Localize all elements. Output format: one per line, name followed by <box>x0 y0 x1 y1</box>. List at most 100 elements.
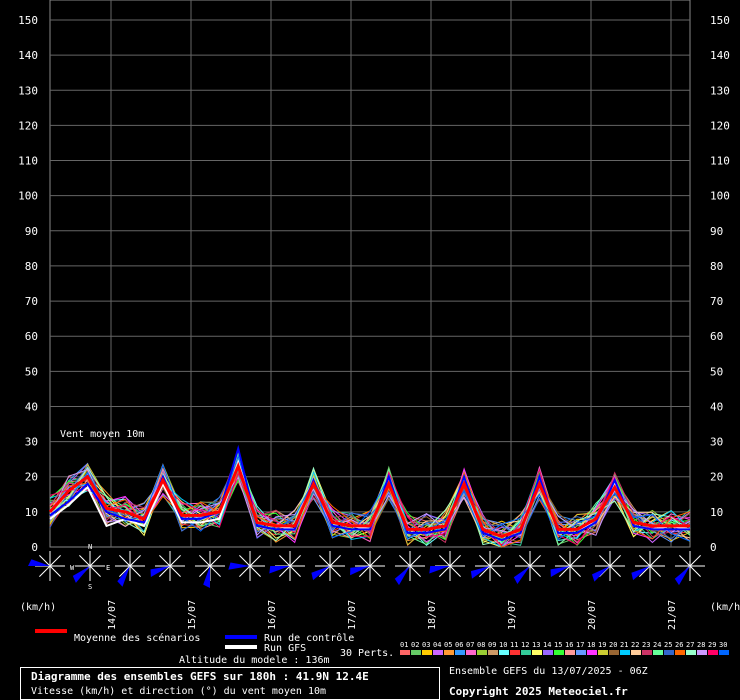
y-tick-left: 110 <box>18 155 38 168</box>
member-number: 26 <box>675 641 683 649</box>
y-tick-right: 100 <box>710 190 730 203</box>
y-unit-left: (km/h) <box>20 602 56 613</box>
y-tick-left: 80 <box>25 260 38 273</box>
member-number: 20 <box>609 641 617 649</box>
y-tick-right: 90 <box>710 225 723 238</box>
member-swatch <box>686 650 696 655</box>
wind-wedge <box>631 566 650 581</box>
y-tick-left: 130 <box>18 84 38 97</box>
x-axis-dates: 14/07 15/07 16/07 17/07 18/07 19/07 20/07 21/07 <box>107 600 678 630</box>
plot-frame <box>49 0 691 548</box>
wind-wedge <box>513 566 530 584</box>
y-tick-left: 150 <box>18 14 38 27</box>
wind-ensemble-chart: 0 010 1020 2030 3040 4050 5060 6070 7080 8090 9010… <box>18 0 740 659</box>
ensemble-members <box>49 450 691 548</box>
y-tick-right: 130 <box>710 84 730 97</box>
wind-wedge <box>394 566 410 586</box>
y-tick-left: 100 <box>18 190 38 203</box>
member-number: 07 <box>466 641 474 649</box>
compass-letter-w: W <box>70 564 75 572</box>
member-swatch <box>532 650 542 655</box>
member-number: 13 <box>532 641 540 649</box>
member-number: 02 <box>411 641 419 649</box>
member-number: 08 <box>477 641 485 649</box>
member-number: 09 <box>488 641 496 649</box>
y-tick-left: 60 <box>25 330 38 343</box>
date-label: 15/07 <box>187 600 198 630</box>
y-tick-right: 30 <box>710 436 723 449</box>
y-tick-right: 0 <box>710 541 717 554</box>
member-number: 19 <box>598 641 606 649</box>
member-swatch <box>499 650 509 655</box>
member-number: 25 <box>664 641 672 649</box>
member-swatch <box>554 650 564 655</box>
member-number: 16 <box>565 641 573 649</box>
y-tick-left: 40 <box>25 400 38 413</box>
member-number: 06 <box>455 641 463 649</box>
wind-wedge <box>592 566 610 582</box>
member-swatch <box>466 650 476 655</box>
member-swatch <box>521 650 531 655</box>
legend-mean: Moyenne des scénarios <box>74 632 200 644</box>
date-label: 14/07 <box>107 600 118 630</box>
member-number: 23 <box>642 641 650 649</box>
member-number: 21 <box>620 641 628 649</box>
run-info: Ensemble GEFS du 13/07/2025 - 06Z <box>449 666 648 677</box>
member-number: 04 <box>433 641 441 649</box>
wind-direction-row: N S E W <box>28 543 705 591</box>
member-number: 03 <box>422 641 430 649</box>
member-swatch <box>598 650 608 655</box>
member-swatch <box>620 650 630 655</box>
date-label: 18/07 <box>427 600 438 630</box>
y-tick-right: 40 <box>710 400 723 413</box>
member-swatch <box>433 650 443 655</box>
member-number: 29 <box>708 641 716 649</box>
member-number: 22 <box>631 641 639 649</box>
member-number: 27 <box>686 641 694 649</box>
compass-letter-s: S <box>88 583 92 591</box>
y-tick-right: 80 <box>710 260 723 273</box>
wind-wedge <box>311 566 330 581</box>
date-label: 19/07 <box>507 600 518 630</box>
y-tick-right: 120 <box>710 119 730 132</box>
compass-letter-n: N <box>88 543 92 551</box>
member-swatch <box>477 650 487 655</box>
wind-wedge <box>674 566 690 586</box>
compass-letter-e: E <box>106 564 110 572</box>
member-number: 17 <box>576 641 584 649</box>
y-tick-right: 110 <box>710 155 730 168</box>
member-swatch <box>675 650 685 655</box>
y-tick-right: 150 <box>710 14 730 27</box>
model-altitude: Altitude du modele : 136m <box>179 655 330 666</box>
wind-wedge <box>470 566 490 579</box>
member-number: 10 <box>499 641 507 649</box>
y-tick-left: 50 <box>25 365 38 378</box>
member-number: 01 <box>400 641 408 649</box>
member-swatch <box>697 650 707 655</box>
member-swatch <box>510 650 520 655</box>
member-swatch <box>411 650 421 655</box>
y-unit-right: (km/h) <box>710 602 740 613</box>
date-label: 17/07 <box>347 600 358 630</box>
y-axis-ticks: 0 0 10 10 20 20 30 30 40 40 50 50 60 60 70 70 80 80 90 90 10… <box>18 14 730 554</box>
member-swatch <box>653 650 663 655</box>
series-label: Vent moyen 10m <box>60 429 144 440</box>
y-tick-right: 60 <box>710 330 723 343</box>
y-tick-left: 0 <box>31 541 38 554</box>
copyright: Copyright 2025 Meteociel.fr <box>449 685 628 698</box>
chart-subtitle: Vitesse (km/h) et direction (°) du vent … <box>31 686 327 697</box>
member-number: 05 <box>444 641 452 649</box>
y-tick-right: 140 <box>710 49 730 62</box>
member-swatch <box>708 650 718 655</box>
date-label: 20/07 <box>587 600 598 630</box>
member-swatch <box>664 650 674 655</box>
member-legend: 01 02 03 04 05 06 07 08 09 10 11 12 13 14 15 16 17 18 19 20… <box>400 641 729 655</box>
member-swatch <box>642 650 652 655</box>
member-number: 14 <box>543 641 551 649</box>
member-swatch <box>400 650 410 655</box>
member-number: 30 <box>719 641 727 649</box>
member-swatch <box>609 650 619 655</box>
member-swatch <box>587 650 597 655</box>
member-swatch <box>455 650 465 655</box>
y-tick-right: 20 <box>710 471 723 484</box>
